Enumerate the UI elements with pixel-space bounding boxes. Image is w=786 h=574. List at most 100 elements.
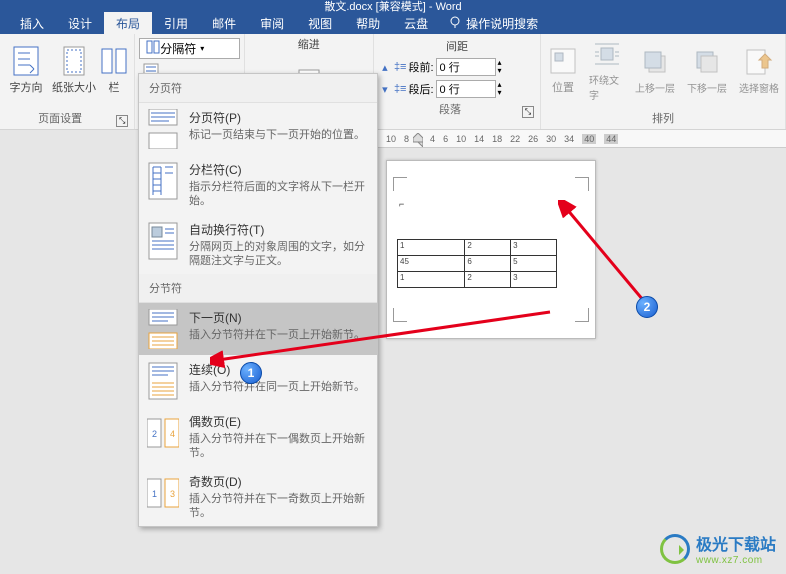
annotation-badge-2: 2 [636, 296, 658, 318]
indent-label: 缩进 [298, 36, 320, 52]
tab-references[interactable]: 引用 [152, 12, 200, 35]
odd-page-desc: 插入分节符并在下一奇数页上开始新节。 [189, 492, 369, 521]
text-wrap-title: 自动换行符(T) [189, 221, 369, 238]
watermark-logo-icon [660, 534, 690, 564]
ribbon-tabs: 插入 设计 布局 引用 邮件 审阅 视图 帮助 云盘 操作说明搜索 [0, 12, 786, 34]
bring-forward-button[interactable]: 上移一层 [633, 36, 677, 104]
menu-text-wrap[interactable]: 自动换行符(T) 分隔网页上的对象周围的文字，如分隔题注文字与正文。 [139, 215, 377, 275]
margins-label: 纸张大小 [52, 79, 96, 95]
wrap-label: 环绕文字 [589, 72, 625, 102]
columns-icon [98, 45, 130, 77]
lightbulb-icon [448, 15, 462, 32]
menu-next-page[interactable]: 下一页(N) 插入分节符并在下一页上开始新节。 [139, 303, 377, 355]
page-break-desc: 标记一页结束与下一页开始的位置。 [189, 128, 369, 142]
tab-layout[interactable]: 布局 [104, 12, 152, 35]
columns-button[interactable]: 栏 [100, 36, 128, 104]
tab-help[interactable]: 帮助 [344, 12, 392, 35]
wrap-icon [591, 38, 623, 70]
selection-pane-button[interactable]: 选择窗格 [737, 36, 781, 104]
forward-label: 上移一层 [635, 80, 675, 95]
bring-forward-icon [639, 46, 671, 78]
group-page-setup: 字方向 纸张大小 栏 页面设置 ⤡ [0, 34, 135, 129]
group-spacing: 间距 ▴ ‡≡ 段前: ▴▾ ▾ ‡≡ 段后: ▴▾ 段落 ⤡ [374, 34, 541, 129]
spacing-after-input[interactable] [436, 80, 496, 98]
annotation-badge-1: 1 [240, 362, 262, 384]
backward-label: 下移一层 [687, 80, 727, 95]
indent-marker-icon[interactable] [413, 133, 423, 147]
margins-button[interactable]: 纸张大小 [52, 36, 96, 104]
odd-page-title: 奇数页(D) [189, 473, 369, 490]
crop-mark-bl [393, 308, 407, 322]
watermark-url: www.xz7.com [696, 555, 776, 566]
tab-mailings[interactable]: 邮件 [200, 12, 248, 35]
tell-me-label: 操作说明搜索 [466, 15, 538, 32]
position-label: 位置 [552, 79, 574, 95]
column-break-icon [147, 161, 179, 201]
tab-cloud[interactable]: 云盘 [392, 12, 440, 35]
page-break-title: 分页符(P) [189, 109, 369, 126]
text-wrap-desc: 分隔网页上的对象周围的文字，如分隔题注文字与正文。 [189, 240, 369, 269]
watermark: 极光下载站 www.xz7.com [660, 531, 776, 566]
paragraph-group-label: 段落 [378, 100, 522, 118]
spacing-label: 间距 [378, 36, 536, 56]
spinner-down-icon[interactable]: ▾ [378, 83, 392, 96]
next-page-title: 下一页(N) [189, 309, 369, 326]
table-row: 4565 [398, 256, 557, 272]
breaks-menu: 分页符 分页符(P) 标记一页结束与下一页开始的位置。 分栏符(C) 指示分栏符… [138, 73, 378, 527]
even-page-title: 偶数页(E) [189, 413, 369, 430]
group-arrange: 位置 环绕文字 上移一层 下移一层 选择窗格 排列 [541, 34, 786, 129]
column-break-title: 分栏符(C) [189, 161, 369, 178]
even-page-icon: 24 [147, 413, 179, 453]
spinner-up-icon[interactable]: ▴ [378, 61, 392, 74]
spacing-after-label: 段后: [408, 81, 433, 97]
spacing-before-label: 段前: [408, 59, 433, 75]
svg-text:4: 4 [170, 429, 175, 439]
menu-column-break[interactable]: 分栏符(C) 指示分栏符后面的文字将从下一栏开始。 [139, 155, 377, 215]
breaks-label: 分隔符 [160, 40, 196, 57]
spinner-buttons2[interactable]: ▴▾ [498, 81, 502, 97]
spacing-before-input[interactable] [436, 58, 496, 76]
page-size-icon [58, 45, 90, 77]
menu-even-page[interactable]: 24 偶数页(E) 插入分节符并在下一偶数页上开始新节。 [139, 407, 377, 467]
position-button[interactable]: 位置 [545, 36, 581, 104]
tell-me-search[interactable]: 操作说明搜索 [448, 15, 538, 32]
arrange-group-label: 排列 [545, 109, 781, 127]
text-direction-label: 字方向 [10, 79, 43, 95]
continuous-icon [147, 361, 179, 401]
menu-page-break[interactable]: 分页符(P) 标记一页结束与下一页开始的位置。 [139, 103, 377, 155]
document-table[interactable]: 123 4565 123 [397, 239, 557, 288]
send-backward-button[interactable]: 下移一层 [685, 36, 729, 104]
document-page[interactable]: ⌐ 123 4565 123 [386, 160, 596, 339]
continuous-desc: 插入分节符并在同一页上开始新节。 [189, 380, 369, 394]
svg-text:1: 1 [152, 489, 157, 499]
table-row: 123 [398, 240, 557, 256]
text-wrap-icon [147, 221, 179, 261]
wrap-button[interactable]: 环绕文字 [589, 36, 625, 104]
chevron-down-icon: ▾ [200, 44, 204, 53]
svg-text:2: 2 [152, 429, 157, 439]
crop-mark-tr [575, 177, 589, 191]
selection-label: 选择窗格 [739, 80, 779, 95]
next-page-icon [147, 309, 179, 349]
page-break-icon [147, 109, 179, 149]
send-backward-icon [691, 46, 723, 78]
tab-design[interactable]: 设计 [56, 12, 104, 35]
breaks-dropdown[interactable]: 分隔符 ▾ [139, 38, 239, 59]
tab-review[interactable]: 审阅 [248, 12, 296, 35]
cursor-mark: ⌐ [399, 199, 589, 209]
menu-odd-page[interactable]: 13 奇数页(D) 插入分节符并在下一奇数页上开始新节。 [139, 467, 377, 527]
paragraph-launcher[interactable]: ⤡ [522, 106, 534, 118]
spinner-buttons[interactable]: ▴▾ [498, 59, 502, 75]
tab-view[interactable]: 视图 [296, 12, 344, 35]
page-breaks-header: 分页符 [139, 74, 377, 103]
horizontal-ruler[interactable]: 108 2 4610 141822 263034 4044 [378, 130, 786, 148]
continuous-title: 连续(O) [189, 361, 369, 378]
tab-insert[interactable]: 插入 [8, 12, 56, 35]
spacing-before-arrow-icon: ‡≡ [394, 61, 407, 73]
columns-label: 栏 [109, 79, 120, 95]
odd-page-icon: 13 [147, 473, 179, 513]
breaks-icon [146, 40, 160, 57]
text-direction-button[interactable]: 字方向 [4, 36, 48, 104]
page-setup-launcher[interactable]: ⤡ [116, 115, 128, 127]
position-icon [547, 45, 579, 77]
